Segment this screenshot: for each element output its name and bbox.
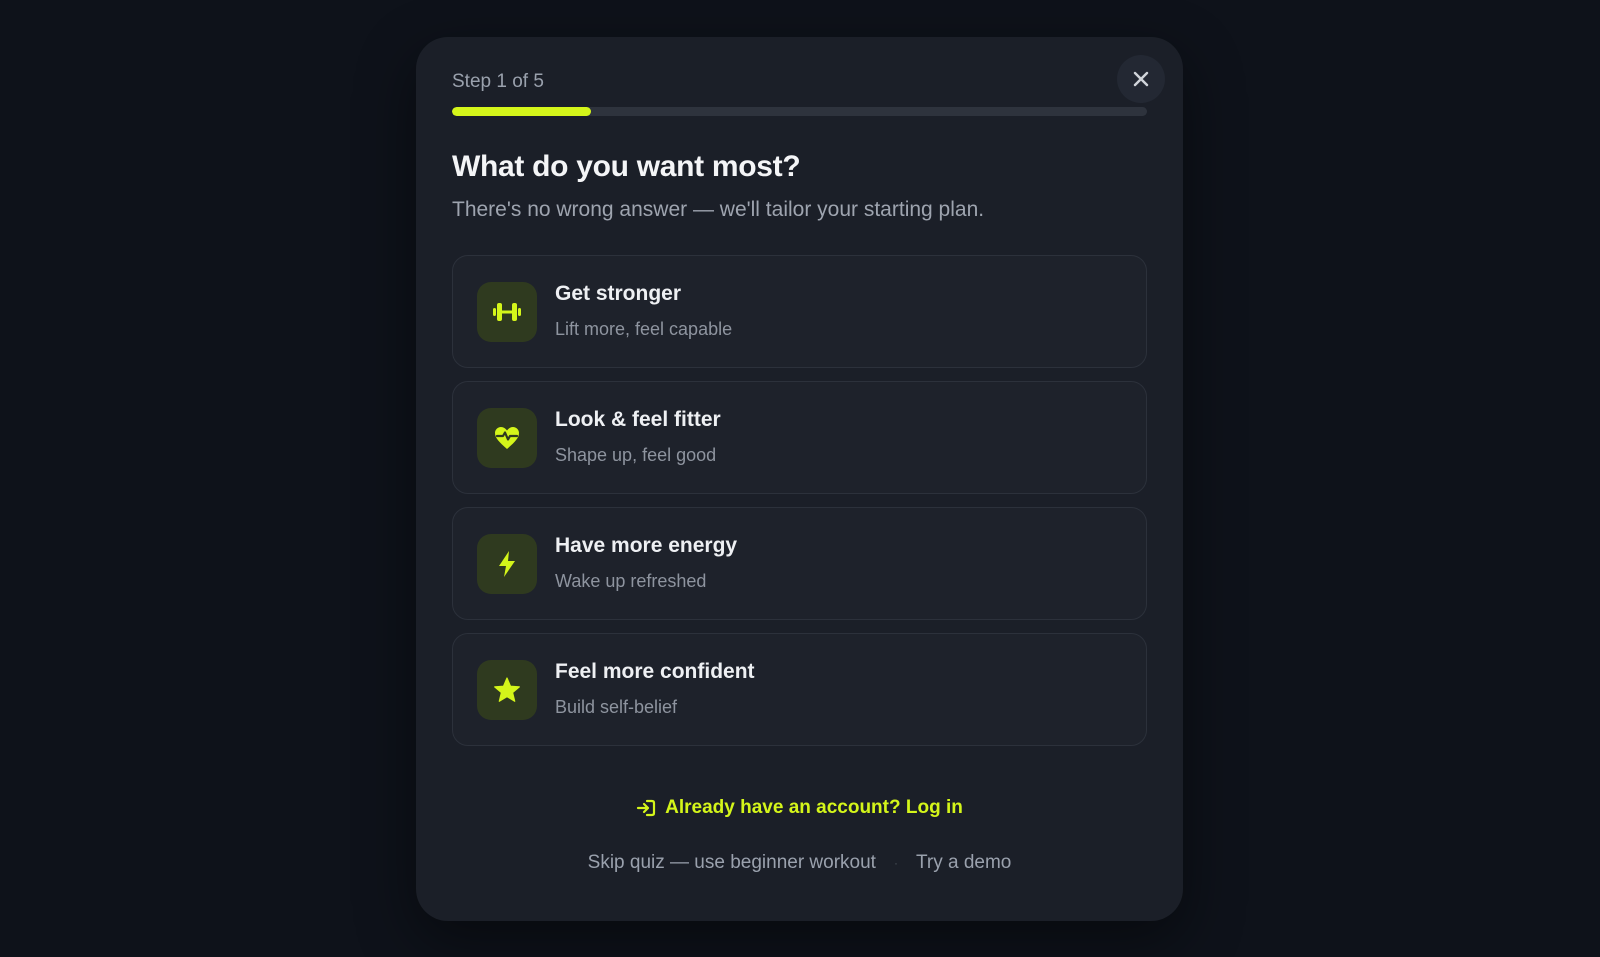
option-description: Lift more, feel capable — [555, 319, 733, 339]
option-description: Build self-belief — [555, 697, 678, 717]
option-get-stronger[interactable]: Get stronger Lift more, feel capable — [452, 255, 1147, 368]
option-title: Get stronger — [555, 282, 682, 305]
close-icon — [1133, 71, 1149, 87]
star-icon — [477, 660, 537, 720]
footer-links: Skip quiz — use beginner workout · Try a… — [416, 852, 1183, 874]
footer-separator: · — [893, 856, 898, 870]
heart-pulse-icon — [477, 408, 537, 468]
skip-quiz-link[interactable]: Skip quiz — use beginner workout — [588, 852, 876, 874]
login-link[interactable]: Already have an account? Log in — [416, 797, 1183, 819]
try-demo-link[interactable]: Try a demo — [916, 852, 1011, 874]
step-label: Step 1 of 5 — [452, 71, 544, 92]
option-more-energy[interactable]: Have more energy Wake up refreshed — [452, 507, 1147, 620]
lightning-icon — [477, 534, 537, 594]
dumbbell-icon — [477, 282, 537, 342]
progress-fill — [452, 107, 591, 116]
quiz-modal: Step 1 of 5 What do you want most? There… — [416, 37, 1183, 921]
progress-bar — [452, 107, 1147, 116]
page-subtitle: There's no wrong answer — we'll tailor y… — [452, 198, 985, 221]
login-link-label: Already have an account? Log in — [665, 797, 963, 818]
page-title: What do you want most? — [452, 150, 801, 183]
option-title: Have more energy — [555, 534, 738, 557]
close-button[interactable] — [1117, 55, 1165, 103]
goal-options: Get stronger Lift more, feel capable Loo… — [452, 255, 1147, 759]
option-look-feel-fitter[interactable]: Look & feel fitter Shape up, feel good — [452, 381, 1147, 494]
option-title: Look & feel fitter — [555, 408, 721, 431]
option-title: Feel more confident — [555, 660, 755, 683]
login-icon — [637, 799, 656, 817]
option-description: Shape up, feel good — [555, 445, 717, 465]
option-description: Wake up refreshed — [555, 571, 707, 591]
option-more-confident[interactable]: Feel more confident Build self-belief — [452, 633, 1147, 746]
